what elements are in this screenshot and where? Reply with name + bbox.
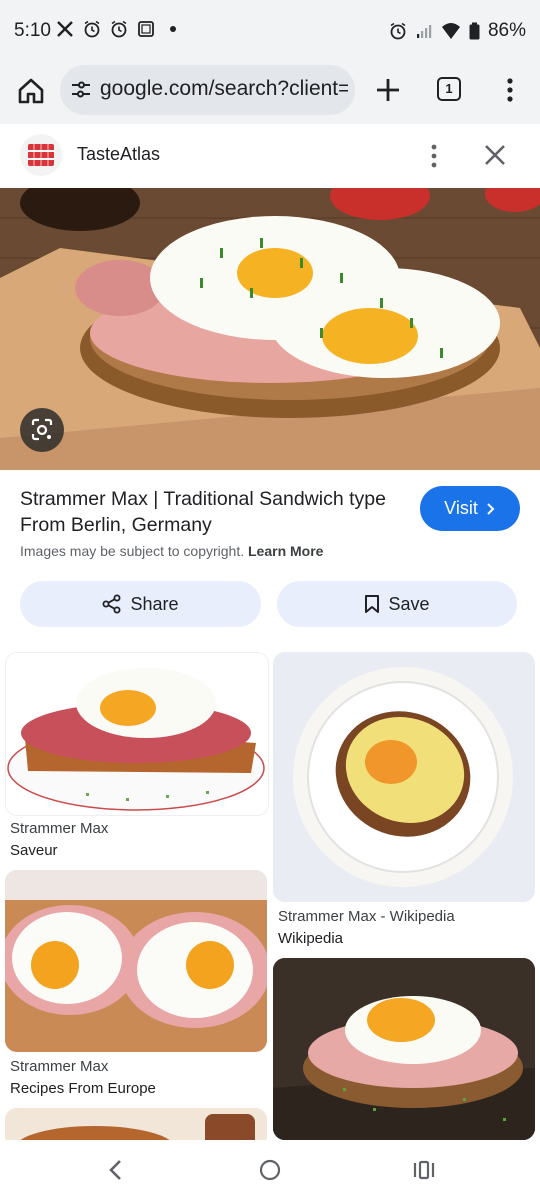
tasteatlas-logo-icon [28, 144, 54, 166]
related-title-1[interactable]: Strammer Max [10, 820, 108, 837]
sandwich-photo [0, 188, 540, 470]
chevron-right-icon [487, 502, 495, 515]
home-circle-icon[interactable] [258, 1158, 282, 1182]
related-title-3[interactable]: Strammer Max [10, 1058, 108, 1075]
related-image-3[interactable] [5, 870, 267, 1052]
more-vert-icon[interactable] [500, 75, 520, 105]
related-source-3: Recipes From Europe [10, 1080, 156, 1097]
google-lens-button[interactable] [20, 408, 64, 452]
related-image-4[interactable] [273, 958, 535, 1140]
status-icons-right: 86% [389, 20, 526, 42]
status-time: 5:10 [14, 20, 51, 41]
sandwich-photo [6, 653, 268, 815]
back-icon[interactable] [106, 1158, 124, 1182]
copyright-notice: Images may be subject to copyright. Lear… [20, 543, 323, 559]
site-name[interactable]: TasteAtlas [77, 144, 160, 165]
save-label: Save [388, 593, 430, 614]
share-label: Share [130, 593, 179, 614]
alarm-icon [390, 22, 406, 40]
status-icons-left [56, 20, 182, 38]
home-icon[interactable] [16, 76, 46, 106]
tasteatlas-logo [20, 134, 62, 176]
url-text[interactable]: google.com/search?client= [100, 77, 348, 101]
screenshot-icon [138, 21, 154, 37]
recents-icon[interactable] [412, 1158, 436, 1182]
lens-icon [31, 418, 53, 441]
sandwich-photo [273, 958, 535, 1140]
site-settings-icon[interactable] [70, 79, 92, 101]
alarm-icon [111, 20, 127, 38]
copyright-text: Images may be subject to copyright. [20, 543, 245, 559]
learn-more-link[interactable]: Learn More [248, 543, 323, 559]
browser-toolbar: google.com/search?client= 1 [0, 60, 540, 125]
address-bar[interactable]: google.com/search?client= [60, 65, 355, 115]
new-tab-plus-icon[interactable] [372, 74, 404, 106]
related-image-2[interactable] [273, 652, 535, 902]
result-site-header: TasteAtlas [0, 124, 540, 188]
more-vert-icon[interactable] [424, 142, 444, 170]
related-source-1: Saveur [10, 842, 58, 859]
tab-switcher-button[interactable]: 1 [437, 77, 461, 101]
visit-button[interactable]: Visit [420, 486, 520, 531]
close-icon[interactable] [482, 142, 508, 168]
battery-percent: 86% [487, 20, 526, 41]
bookmark-icon [365, 595, 380, 613]
signal-icon [416, 25, 432, 38]
wifi-icon [441, 23, 460, 39]
status-bar: 5:10 86% [0, 0, 540, 60]
related-source-2: Wikipedia [278, 930, 344, 947]
dot-icon [170, 26, 176, 32]
system-navigation-bar [0, 1140, 540, 1200]
result-title[interactable]: Strammer Max | Traditional Sandwich type… [20, 486, 390, 538]
visit-label: Visit [444, 498, 478, 518]
save-button[interactable]: Save [277, 581, 517, 627]
share-icon [102, 594, 121, 614]
sandwich-photo [5, 870, 267, 1052]
sandwich-photo [273, 652, 535, 902]
share-button[interactable]: Share [20, 581, 261, 627]
related-title-2[interactable]: Strammer Max - Wikipedia [278, 908, 455, 925]
battery-icon [469, 22, 480, 40]
alarm-icon [84, 20, 100, 38]
related-image-1[interactable] [5, 652, 269, 816]
result-main-image[interactable] [0, 188, 540, 470]
x-icon [57, 21, 73, 37]
